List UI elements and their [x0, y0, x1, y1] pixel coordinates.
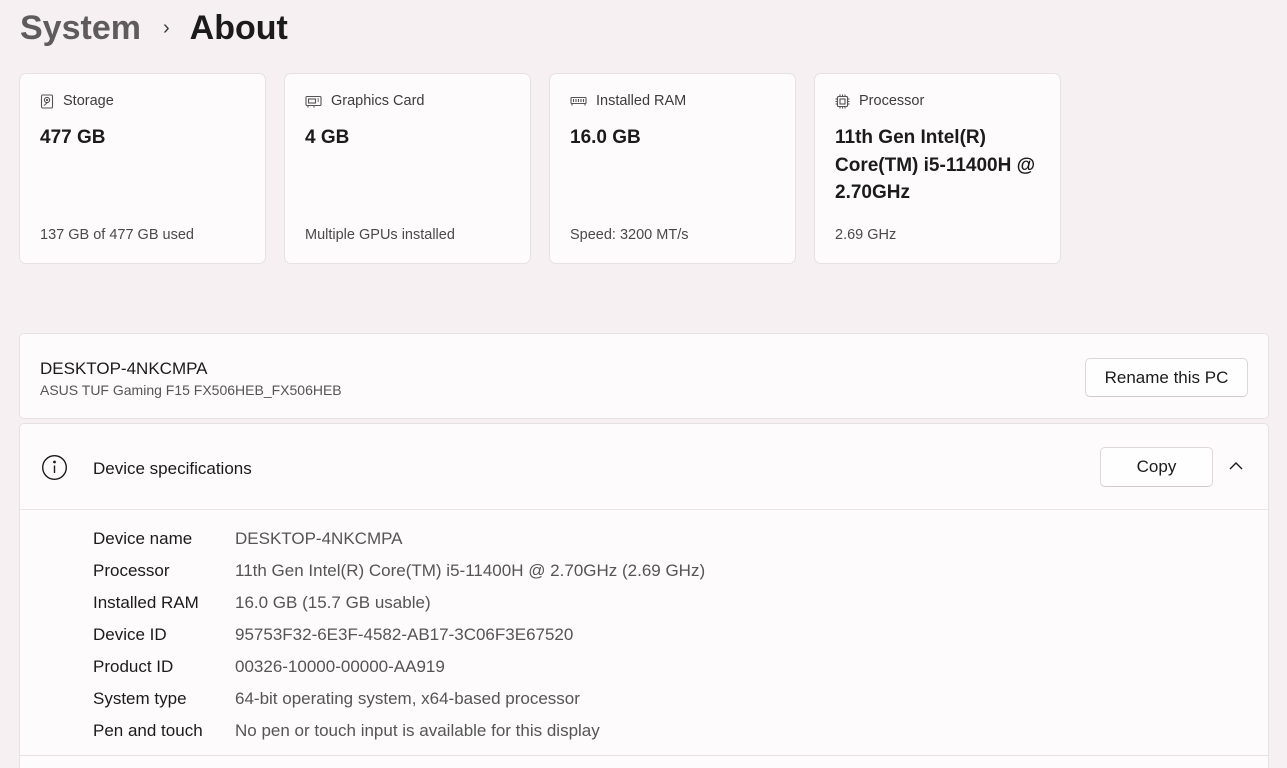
pc-name-card: DESKTOP-4NKCMPA ASUS TUF Gaming F15 FX50…: [19, 333, 1269, 419]
spec-label: Processor: [93, 561, 170, 580]
storage-value: 477 GB: [40, 127, 106, 148]
graphics-card-tile: Graphics Card 4 GB Multiple GPUs install…: [284, 73, 531, 264]
processor-tile: Processor 11th Gen Intel(R) Core(TM) i5-…: [814, 73, 1061, 264]
breadcrumb-system[interactable]: System: [20, 8, 141, 48]
spec-value: 00326-10000-00000-AA919: [235, 657, 445, 676]
storage-icon: [40, 93, 54, 109]
pc-name: DESKTOP-4NKCMPA: [40, 359, 208, 378]
spec-row-installed-ram: Installed RAM 16.0 GB (15.7 GB usable): [93, 587, 705, 619]
spec-value: 16.0 GB (15.7 GB usable): [235, 593, 431, 612]
spec-value: 64-bit operating system, x64-based proce…: [235, 689, 580, 708]
ram-value: 16.0 GB: [570, 127, 641, 148]
divider: [20, 755, 1268, 756]
chevron-up-icon[interactable]: [1228, 459, 1244, 478]
storage-tile: Storage 477 GB 137 GB of 477 GB used: [19, 73, 266, 264]
storage-detail: 137 GB of 477 GB used: [40, 227, 194, 243]
breadcrumb-separator: ›: [162, 17, 170, 39]
graphics-card-label: Graphics Card: [331, 93, 425, 109]
spec-value: DESKTOP-4NKCMPA: [235, 529, 403, 548]
spec-row-system-type: System type 64-bit operating system, x64…: [93, 683, 705, 715]
spec-label: Installed RAM: [93, 593, 199, 612]
spec-value: No pen or touch input is available for t…: [235, 721, 600, 740]
ram-icon: [570, 96, 587, 107]
spec-value: 11th Gen Intel(R) Core(TM) i5-11400H @ 2…: [235, 561, 706, 580]
ram-detail: Speed: 3200 MT/s: [570, 227, 689, 243]
spec-label: Device name: [93, 529, 193, 548]
copy-button[interactable]: Copy: [1100, 447, 1213, 487]
spec-label: Product ID: [93, 657, 174, 676]
spec-row-processor: Processor 11th Gen Intel(R) Core(TM) i5-…: [93, 555, 705, 587]
device-specifications-section: Device specifications Copy Device name D…: [19, 423, 1269, 768]
spec-row-pen-and-touch: Pen and touch No pen or touch input is a…: [93, 715, 705, 747]
processor-label: Processor: [859, 93, 925, 109]
spec-row-device-id: Device ID 95753F32-6E3F-4582-AB17-3C06F3…: [93, 619, 705, 651]
graphics-card-detail: Multiple GPUs installed: [305, 227, 455, 243]
rename-pc-button[interactable]: Rename this PC: [1085, 358, 1248, 397]
processor-value: 11th Gen Intel(R) Core(TM) i5-11400H @ 2…: [835, 127, 1036, 203]
device-specifications-header[interactable]: Device specifications Copy: [20, 424, 1268, 510]
breadcrumb: System › About: [20, 8, 288, 48]
graphics-card-value: 4 GB: [305, 127, 350, 148]
spec-label: Device ID: [93, 625, 167, 644]
processor-detail: 2.69 GHz: [835, 227, 897, 243]
info-icon: [41, 454, 68, 486]
ram-tile: Installed RAM 16.0 GB Speed: 3200 MT/s: [549, 73, 796, 264]
graphics-card-icon: [305, 95, 322, 108]
spec-row-device-name: Device name DESKTOP-4NKCMPA: [93, 523, 705, 555]
device-specifications-title: Device specifications: [93, 459, 252, 478]
pc-model: ASUS TUF Gaming F15 FX506HEB_FX506HEB: [40, 382, 342, 398]
spec-label: System type: [93, 689, 187, 708]
ram-label: Installed RAM: [596, 93, 687, 109]
storage-label: Storage: [63, 93, 114, 109]
spec-value: 95753F32-6E3F-4582-AB17-3C06F3E67520: [235, 625, 574, 644]
about-page: System › About Storage 477 GB 137 GB of …: [0, 0, 1287, 768]
page-title: About: [189, 9, 288, 47]
processor-icon: [835, 94, 850, 109]
spec-label: Pen and touch: [93, 721, 203, 740]
spec-row-product-id: Product ID 00326-10000-00000-AA919: [93, 651, 705, 683]
device-specifications-list: Device name DESKTOP-4NKCMPA Processor 11…: [93, 523, 705, 747]
